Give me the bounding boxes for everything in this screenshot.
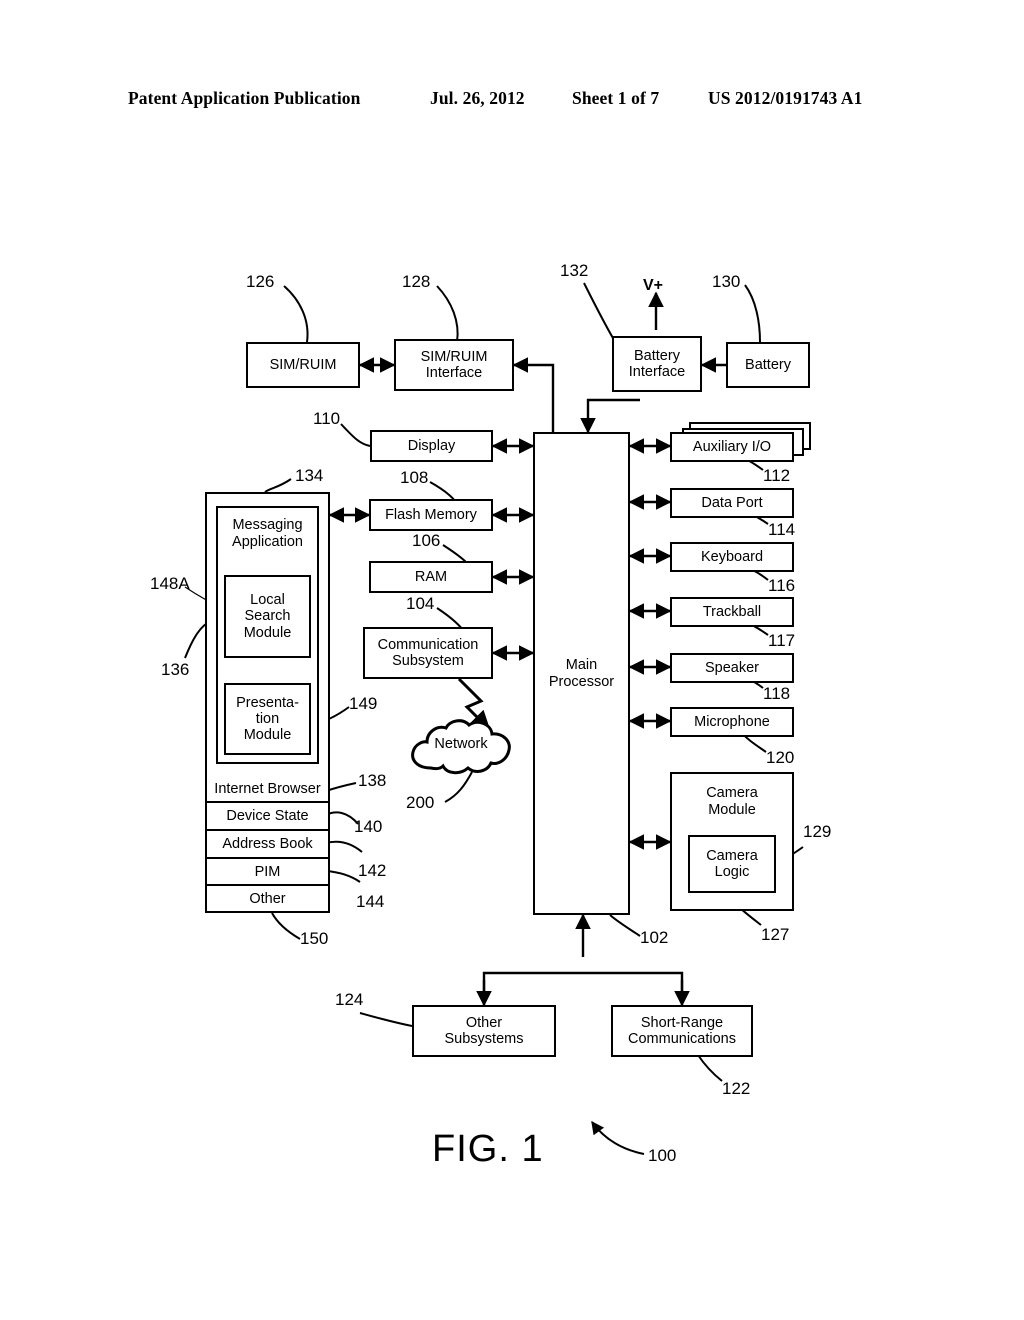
publication-header: Patent Application Publication Jul. 26, … bbox=[0, 88, 1024, 114]
ref-126: 126 bbox=[246, 272, 275, 291]
block-keyboard[interactable]: Keyboard bbox=[670, 542, 794, 572]
network-label: Network bbox=[434, 736, 488, 752]
block-main-processor-label: Main Processor bbox=[548, 657, 615, 690]
ref-124: 124 bbox=[335, 990, 364, 1009]
ref-122: 122 bbox=[722, 1079, 751, 1098]
ref-130: 130 bbox=[712, 272, 741, 291]
block-battery-interface[interactable]: Battery Interface bbox=[612, 336, 702, 392]
ref-149: 149 bbox=[349, 694, 378, 713]
block-internet-browser-label: Internet Browser bbox=[214, 780, 321, 797]
block-other-subsystems[interactable]: Other Subsystems bbox=[412, 1005, 556, 1057]
ref-148A: 148A bbox=[150, 574, 190, 593]
block-microphone[interactable]: Microphone bbox=[670, 707, 794, 737]
messaging-application-label: Messaging Application bbox=[232, 517, 303, 550]
block-local-search-module-label: Local Search Module bbox=[243, 592, 292, 641]
block-other-subsystems-label: Other Subsystems bbox=[444, 1014, 524, 1047]
block-data-port-label: Data Port bbox=[701, 494, 763, 511]
ref-117: 117 bbox=[768, 631, 796, 650]
publication-date: Jul. 26, 2012 bbox=[430, 88, 525, 108]
block-communication-subsystem-label: Communication Subsystem bbox=[377, 636, 479, 669]
network-cloud[interactable]: Network bbox=[405, 716, 517, 778]
block-camera-module-label: Camera Module bbox=[706, 785, 758, 818]
ref-120: 120 bbox=[766, 748, 795, 767]
block-sim-ruim[interactable]: SIM/RUIM bbox=[246, 342, 360, 388]
block-camera-logic[interactable]: Camera Logic bbox=[688, 835, 776, 893]
block-internet-browser[interactable]: Internet Browser bbox=[205, 776, 330, 803]
block-pim[interactable]: PIM bbox=[205, 859, 330, 886]
block-speaker[interactable]: Speaker bbox=[670, 653, 794, 683]
ref-102: 102 bbox=[640, 928, 669, 947]
ref-144: 144 bbox=[356, 892, 385, 911]
diagram-connectors bbox=[184, 282, 804, 1155]
block-trackball-label: Trackball bbox=[702, 603, 762, 620]
block-ram[interactable]: RAM bbox=[369, 561, 493, 593]
ref-114: 114 bbox=[768, 520, 796, 539]
ref-138: 138 bbox=[358, 771, 387, 790]
ref-134: 134 bbox=[295, 466, 324, 485]
block-keyboard-label: Keyboard bbox=[700, 548, 764, 565]
ref-104: 104 bbox=[406, 594, 435, 613]
block-presentation-module[interactable]: Presenta- tion Module bbox=[224, 683, 311, 755]
block-ram-label: RAM bbox=[414, 568, 448, 585]
ref-132: 132 bbox=[560, 261, 589, 280]
block-camera-logic-label: Camera Logic bbox=[706, 847, 758, 880]
block-address-book-label: Address Book bbox=[222, 836, 313, 852]
block-data-port[interactable]: Data Port bbox=[670, 488, 794, 518]
ref-128: 128 bbox=[402, 272, 431, 291]
ref-136: 136 bbox=[161, 660, 190, 679]
block-address-book[interactable]: Address Book bbox=[205, 831, 330, 859]
block-pim-label: PIM bbox=[254, 863, 281, 880]
ref-140: 140 bbox=[354, 817, 383, 836]
block-flash-memory-label: Flash Memory bbox=[385, 506, 477, 523]
block-sim-ruim-label: SIM/RUIM bbox=[269, 356, 337, 373]
block-display-label: Display bbox=[407, 437, 456, 454]
block-display[interactable]: Display bbox=[370, 430, 493, 462]
block-sim-ruim-interface-label: SIM/RUIM Interface bbox=[420, 348, 488, 381]
block-presentation-module-label: Presenta- tion Module bbox=[236, 694, 299, 744]
block-local-search-module[interactable]: Local Search Module bbox=[224, 575, 311, 658]
ref-127: 127 bbox=[761, 925, 790, 944]
block-other[interactable]: Other bbox=[205, 886, 330, 913]
publication-title: Patent Application Publication bbox=[128, 88, 361, 108]
block-other-label: Other bbox=[249, 890, 286, 907]
ref-106: 106 bbox=[412, 531, 441, 550]
block-speaker-label: Speaker bbox=[704, 659, 759, 676]
block-short-range-communications[interactable]: Short-Range Communications bbox=[611, 1005, 753, 1057]
block-device-state[interactable]: Device State bbox=[205, 803, 330, 831]
block-device-state-label: Device State bbox=[226, 808, 309, 824]
voltage-label: V+ bbox=[643, 277, 664, 294]
sheet-number: Sheet 1 of 7 bbox=[572, 88, 660, 108]
block-auxiliary-io[interactable]: Auxiliary I/O bbox=[670, 432, 794, 462]
block-auxiliary-io-label: Auxiliary I/O bbox=[692, 438, 772, 455]
ref-112: 112 bbox=[763, 466, 791, 485]
ref-142: 142 bbox=[358, 861, 387, 880]
block-flash-memory[interactable]: Flash Memory bbox=[369, 499, 493, 531]
ref-200: 200 bbox=[406, 793, 435, 812]
block-microphone-label: Microphone bbox=[694, 713, 770, 730]
ref-116: 116 bbox=[768, 576, 796, 595]
figure-caption: FIG. 1 bbox=[432, 1128, 544, 1170]
ref-100: 100 bbox=[648, 1146, 677, 1165]
ref-108: 108 bbox=[400, 468, 429, 487]
ref-150: 150 bbox=[300, 929, 329, 948]
block-sim-ruim-interface[interactable]: SIM/RUIM Interface bbox=[394, 339, 514, 391]
block-battery[interactable]: Battery bbox=[726, 342, 810, 388]
block-trackball[interactable]: Trackball bbox=[670, 597, 794, 627]
block-communication-subsystem[interactable]: Communication Subsystem bbox=[363, 627, 493, 679]
ref-129: 129 bbox=[803, 822, 832, 841]
block-short-range-communications-label: Short-Range Communications bbox=[628, 1014, 736, 1047]
block-battery-label: Battery bbox=[745, 356, 791, 373]
block-battery-interface-label: Battery Interface bbox=[628, 347, 686, 380]
ref-110: 110 bbox=[313, 409, 341, 428]
publication-number: US 2012/0191743 A1 bbox=[708, 88, 863, 108]
ref-118: 118 bbox=[763, 684, 791, 703]
block-main-processor[interactable]: Main Processor bbox=[533, 432, 630, 915]
